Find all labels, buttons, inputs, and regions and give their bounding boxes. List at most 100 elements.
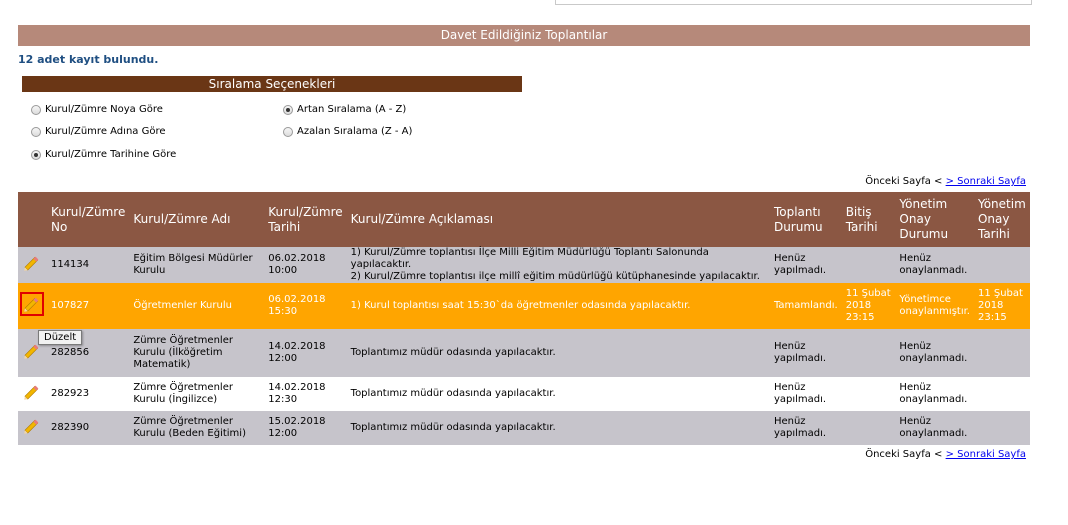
radio-checked-icon[interactable] xyxy=(283,104,293,115)
row-approval: Henüz onaylanmadı. xyxy=(895,329,974,377)
row-date: 15.02.2018 12:00 xyxy=(264,411,347,445)
row-approval-date: 11 Şubat 2018 23:15 xyxy=(973,283,1030,329)
row-name: Zümre Öğretmenler Kurulu (Beden Eğitimi) xyxy=(129,411,265,445)
row-date: 14.02.2018 12:00 xyxy=(264,329,347,377)
row-end-date: 11 Şubat 2018 23:15 xyxy=(841,283,896,329)
col-end-date[interactable]: Bitiş Tarihi xyxy=(841,192,896,247)
edit-cell[interactable] xyxy=(18,283,47,329)
sort-by-date-label: Kurul/Zümre Tarihine Göre xyxy=(45,149,177,160)
radio-icon[interactable] xyxy=(31,126,41,137)
row-approval-date xyxy=(973,247,1030,283)
description-line: 1) Kurul/Zümre toplantısı İlçe Milli Eği… xyxy=(350,247,709,270)
radio-icon[interactable] xyxy=(283,126,293,137)
sort-by-no-radio[interactable]: Kurul/Zümre Noya Göre xyxy=(31,104,163,115)
edit-pencil-icon[interactable] xyxy=(22,253,42,273)
radio-checked-icon[interactable] xyxy=(31,149,41,160)
row-approval: Henüz onaylanmadı. xyxy=(895,247,974,283)
row-approval: Henüz onaylanmadı. xyxy=(895,411,974,445)
time-text: 12:00 xyxy=(268,353,298,364)
row-description: 1) Kurul toplantısı saat 15:30`da öğretm… xyxy=(346,283,770,329)
sort-by-name-radio[interactable]: Kurul/Zümre Adına Göre xyxy=(31,126,166,137)
sort-descending-label: Azalan Sıralama (Z - A) xyxy=(297,126,413,137)
next-page-link[interactable]: > Sonraki Sayfa xyxy=(946,176,1026,187)
date-text: 06.02.2018 xyxy=(268,294,326,305)
row-status: Henüz yapılmadı. xyxy=(769,329,842,377)
row-no: 282923 xyxy=(46,377,130,411)
table-row[interactable]: 114134 Eğitim Bölgesi Müdürler Kurulu 06… xyxy=(18,247,1030,283)
row-no: 282390 xyxy=(46,411,130,445)
pager-top: Önceki Sayfa < > Sonraki Sayfa xyxy=(865,176,1026,187)
row-name: Öğretmenler Kurulu xyxy=(129,283,265,329)
row-date: 06.02.2018 10:00 xyxy=(264,247,347,283)
next-page-link[interactable]: > Sonraki Sayfa xyxy=(946,449,1026,460)
edit-cell[interactable] xyxy=(18,411,47,445)
record-count: 12 adet kayıt bulundu. xyxy=(18,53,159,66)
edit-pencil-icon[interactable] xyxy=(22,416,42,436)
col-status[interactable]: Toplantı Durumu xyxy=(769,192,842,247)
row-status: Tamamlandı. xyxy=(769,283,842,329)
row-end-date xyxy=(841,329,896,377)
edit-cell[interactable] xyxy=(18,247,47,283)
row-end-date xyxy=(841,377,896,411)
row-date: 14.02.2018 12:30 xyxy=(264,377,347,411)
sort-by-name-label: Kurul/Zümre Adına Göre xyxy=(45,126,166,137)
radio-icon[interactable] xyxy=(31,104,41,115)
time-text: 12:30 xyxy=(268,394,298,405)
row-approval-date xyxy=(973,329,1030,377)
table-row-selected[interactable]: 107827 Öğretmenler Kurulu 06.02.2018 15:3… xyxy=(18,283,1030,329)
row-no: 114134 xyxy=(46,247,130,283)
row-end-date xyxy=(841,247,896,283)
table-row[interactable]: 282856 Zümre Öğretmenler Kurulu (İlköğre… xyxy=(18,329,1030,377)
row-description: Toplantımız müdür odasında yapılacaktır. xyxy=(346,377,770,411)
search-panel-edge xyxy=(555,0,1032,5)
time-text: 15:30 xyxy=(268,306,298,317)
sort-by-no-label: Kurul/Zümre Noya Göre xyxy=(45,104,163,115)
row-status: Henüz yapılmadı. xyxy=(769,411,842,445)
sort-by-date-radio[interactable]: Kurul/Zümre Tarihine Göre xyxy=(31,149,176,160)
table-header-row: Kurul/Zümre No Kurul/Zümre Adı Kurul/Züm… xyxy=(18,192,1030,247)
col-edit xyxy=(18,192,47,247)
col-no[interactable]: Kurul/Zümre No xyxy=(46,192,130,247)
date-text: 14.02.2018 xyxy=(268,382,326,393)
time-text: 10:00 xyxy=(268,265,298,276)
sort-descending-radio[interactable]: Azalan Sıralama (Z - A) xyxy=(283,126,412,137)
description-line: 2) Kurul/Zümre toplantısı ilçe millî eği… xyxy=(350,271,760,282)
prev-page-text: Önceki Sayfa < xyxy=(865,176,943,187)
sort-ascending-radio[interactable]: Artan Sıralama (A - Z) xyxy=(283,104,406,115)
edit-cell[interactable] xyxy=(18,377,47,411)
edit-pencil-icon[interactable] xyxy=(20,292,44,316)
edit-tooltip: Düzelt xyxy=(38,330,83,345)
row-approval: Henüz onaylanmadı. xyxy=(895,377,974,411)
col-approval-date[interactable]: Yönetim Onay Tarihi xyxy=(973,192,1030,247)
row-approval-date xyxy=(973,377,1030,411)
row-end-date xyxy=(841,411,896,445)
page-title: Davet Edildiğiniz Toplantılar xyxy=(18,25,1030,46)
row-no: 107827 xyxy=(46,283,130,329)
row-approval-date xyxy=(973,411,1030,445)
row-description: 1) Kurul/Zümre toplantısı İlçe Milli Eği… xyxy=(346,247,770,283)
row-approval: Yönetimce onaylanmıştır. xyxy=(895,283,974,329)
row-name: Eğitim Bölgesi Müdürler Kurulu xyxy=(129,247,265,283)
row-status: Henüz yapılmadı. xyxy=(769,377,842,411)
prev-page-text: Önceki Sayfa < xyxy=(865,449,943,460)
date-text: 15.02.2018 xyxy=(268,416,326,427)
row-status: Henüz yapılmadı. xyxy=(769,247,842,283)
col-approval-status[interactable]: Yönetim Onay Durumu xyxy=(895,192,974,247)
row-description: Toplantımız müdür odasında yapılacaktır. xyxy=(346,411,770,445)
row-name: Zümre Öğretmenler Kurulu (İngilizce) xyxy=(129,377,265,411)
sort-options-header: Sıralama Seçenekleri xyxy=(22,76,522,92)
time-text: 12:00 xyxy=(268,428,298,439)
sort-ascending-label: Artan Sıralama (A - Z) xyxy=(297,104,407,115)
edit-pencil-icon[interactable] xyxy=(22,382,42,402)
col-name[interactable]: Kurul/Zümre Adı xyxy=(129,192,265,247)
row-name: Zümre Öğretmenler Kurulu (İlköğretim Mat… xyxy=(129,329,265,377)
pager-bottom: Önceki Sayfa < > Sonraki Sayfa xyxy=(865,449,1026,460)
table-row[interactable]: 282923 Zümre Öğretmenler Kurulu (İngiliz… xyxy=(18,377,1030,411)
col-date[interactable]: Kurul/Zümre Tarihi xyxy=(264,192,347,247)
table-row[interactable]: 282390 Zümre Öğretmenler Kurulu (Beden E… xyxy=(18,411,1030,445)
date-text: 06.02.2018 xyxy=(268,253,326,264)
col-description[interactable]: Kurul/Zümre Açıklaması xyxy=(346,192,770,247)
row-description: Toplantımız müdür odasında yapılacaktır. xyxy=(346,329,770,377)
date-text: 14.02.2018 xyxy=(268,341,326,352)
meetings-table: Kurul/Zümre No Kurul/Zümre Adı Kurul/Züm… xyxy=(18,192,1030,445)
